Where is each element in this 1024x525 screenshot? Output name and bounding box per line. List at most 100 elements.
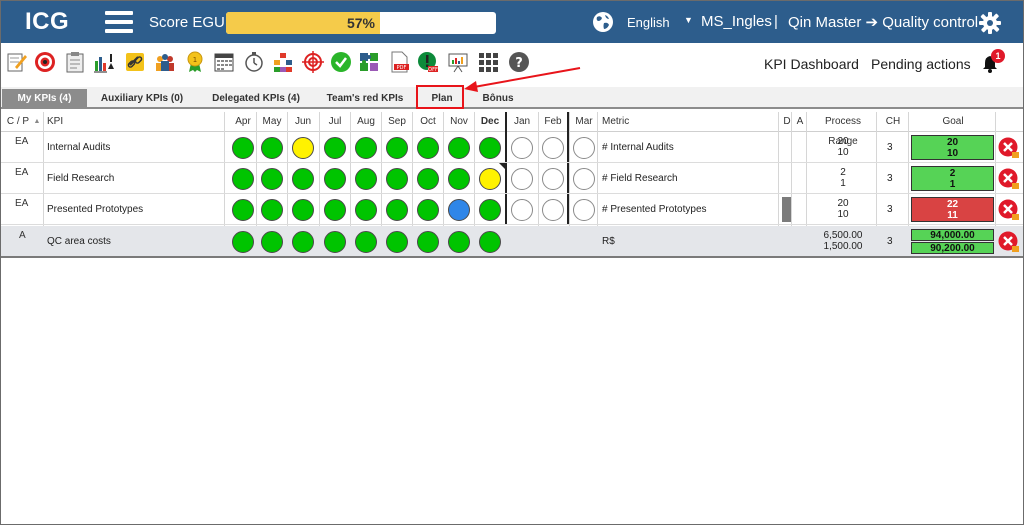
goal-upper[interactable]: 94,000.00 bbox=[911, 229, 994, 241]
status-dot-dec[interactable] bbox=[479, 231, 501, 253]
globe-icon[interactable] bbox=[592, 11, 614, 33]
status-dot-jun[interactable] bbox=[292, 137, 314, 159]
col-goal[interactable]: Goal bbox=[910, 112, 996, 132]
status-dot-jun[interactable] bbox=[292, 231, 314, 253]
col-month-jan[interactable]: Jan bbox=[507, 112, 537, 132]
remove-icon[interactable] bbox=[998, 168, 1020, 190]
status-dot-sep[interactable] bbox=[386, 137, 408, 159]
status-dot-nov[interactable] bbox=[448, 168, 470, 190]
row-goal[interactable]: 20 10 bbox=[911, 135, 994, 160]
col-month-jul[interactable]: Jul bbox=[320, 112, 350, 132]
col-cp[interactable]: C / P bbox=[5, 112, 31, 132]
status-dot-oct[interactable] bbox=[417, 199, 439, 221]
status-dot-jan[interactable] bbox=[511, 137, 533, 159]
status-dot-jan[interactable] bbox=[511, 199, 533, 221]
status-dot-apr[interactable] bbox=[232, 168, 254, 190]
gear-icon[interactable] bbox=[979, 12, 1001, 34]
menu-icon[interactable] bbox=[105, 11, 133, 33]
col-month-may[interactable]: May bbox=[257, 112, 287, 132]
chart-download-icon[interactable] bbox=[93, 51, 115, 73]
col-kpi[interactable]: KPI bbox=[47, 112, 63, 132]
pending-actions-link[interactable]: Pending actions bbox=[871, 56, 971, 72]
row-kpi-name[interactable]: Internal Audits bbox=[47, 142, 110, 153]
status-dot-sep[interactable] bbox=[386, 168, 408, 190]
stopwatch-icon[interactable] bbox=[243, 51, 265, 73]
status-dot-nov[interactable] bbox=[448, 137, 470, 159]
status-dot-nov[interactable] bbox=[448, 199, 470, 221]
remove-icon[interactable] bbox=[998, 199, 1020, 221]
pdf-icon[interactable]: PDF bbox=[388, 51, 410, 73]
status-dot-oct[interactable] bbox=[417, 168, 439, 190]
status-dot-may[interactable] bbox=[261, 168, 283, 190]
col-month-feb[interactable]: Feb bbox=[538, 112, 568, 132]
goal-lower[interactable]: 90,200.00 bbox=[911, 242, 994, 254]
status-dot-mar[interactable] bbox=[573, 137, 595, 159]
status-dot-nov[interactable] bbox=[448, 231, 470, 253]
status-dot-jun[interactable] bbox=[292, 168, 314, 190]
crosshair-icon[interactable] bbox=[302, 51, 324, 73]
col-a[interactable]: A bbox=[793, 112, 807, 132]
status-dot-may[interactable] bbox=[261, 137, 283, 159]
chevron-down-icon[interactable]: ▼ bbox=[684, 15, 693, 25]
col-month-dec[interactable]: Dec bbox=[475, 112, 505, 132]
status-dot-apr[interactable] bbox=[232, 231, 254, 253]
col-month-nov[interactable]: Nov bbox=[444, 112, 474, 132]
sort-up-icon[interactable]: ▲ bbox=[32, 112, 42, 132]
status-dot-aug[interactable] bbox=[355, 231, 377, 253]
col-month-mar[interactable]: Mar bbox=[569, 112, 599, 132]
remove-icon[interactable] bbox=[998, 137, 1020, 159]
award-icon[interactable]: 1 bbox=[184, 51, 206, 73]
link-icon[interactable] bbox=[124, 51, 146, 73]
col-month-sep[interactable]: Sep bbox=[382, 112, 412, 132]
col-month-oct[interactable]: Oct bbox=[413, 112, 443, 132]
status-dot-apr[interactable] bbox=[232, 137, 254, 159]
status-dot-dec[interactable] bbox=[479, 199, 501, 221]
breadcrumb[interactable]: Qin Master ➔ Quality control bbox=[788, 13, 978, 31]
alert-off-icon[interactable]: OFF bbox=[417, 51, 439, 73]
tab-delegated-kpis[interactable]: Delegated KPIs (4) bbox=[205, 89, 307, 109]
check-circle-icon[interactable] bbox=[330, 51, 352, 73]
col-month-jun[interactable]: Jun bbox=[288, 112, 318, 132]
col-month-aug[interactable]: Aug bbox=[351, 112, 381, 132]
edit-icon[interactable] bbox=[6, 51, 28, 73]
col-month-apr[interactable]: Apr bbox=[228, 112, 258, 132]
col-process-range[interactable]: Process Range bbox=[809, 112, 877, 147]
status-dot-dec[interactable] bbox=[479, 168, 501, 190]
status-dot-jul[interactable] bbox=[324, 231, 346, 253]
status-dot-jun[interactable] bbox=[292, 199, 314, 221]
col-ch[interactable]: CH bbox=[878, 112, 908, 132]
puzzle-icon[interactable] bbox=[358, 51, 380, 73]
language-select[interactable]: English bbox=[627, 15, 670, 30]
status-dot-jul[interactable] bbox=[324, 199, 346, 221]
hierarchy-icon[interactable] bbox=[272, 51, 294, 73]
kpi-dashboard-link[interactable]: KPI Dashboard bbox=[764, 56, 859, 72]
row-kpi-name[interactable]: QC area costs bbox=[47, 236, 111, 247]
status-dot-feb[interactable] bbox=[542, 199, 564, 221]
calendar-icon[interactable] bbox=[213, 51, 235, 73]
remove-icon[interactable] bbox=[998, 231, 1020, 253]
tab-teams-red-kpis[interactable]: Team's red KPIs bbox=[321, 89, 409, 109]
status-dot-jan[interactable] bbox=[511, 168, 533, 190]
row-kpi-name[interactable]: Field Research bbox=[47, 173, 114, 184]
status-dot-feb[interactable] bbox=[542, 168, 564, 190]
status-dot-aug[interactable] bbox=[355, 199, 377, 221]
status-dot-apr[interactable] bbox=[232, 199, 254, 221]
status-dot-aug[interactable] bbox=[355, 137, 377, 159]
team-icon[interactable] bbox=[154, 51, 176, 73]
status-dot-feb[interactable] bbox=[542, 137, 564, 159]
clipboard-icon[interactable] bbox=[64, 51, 86, 73]
status-dot-oct[interactable] bbox=[417, 231, 439, 253]
status-dot-dec[interactable] bbox=[479, 137, 501, 159]
status-dot-sep[interactable] bbox=[386, 199, 408, 221]
user-name[interactable]: MS_Ingles bbox=[701, 13, 772, 30]
status-dot-mar[interactable] bbox=[573, 199, 595, 221]
status-dot-aug[interactable] bbox=[355, 168, 377, 190]
status-dot-sep[interactable] bbox=[386, 231, 408, 253]
status-dot-may[interactable] bbox=[261, 199, 283, 221]
status-dot-jul[interactable] bbox=[324, 168, 346, 190]
tab-my-kpis[interactable]: My KPIs (4) bbox=[2, 89, 87, 109]
status-dot-oct[interactable] bbox=[417, 137, 439, 159]
row-kpi-name[interactable]: Presented Prototypes bbox=[47, 204, 143, 215]
status-dot-may[interactable] bbox=[261, 231, 283, 253]
row-goal[interactable]: 21 bbox=[911, 166, 994, 191]
